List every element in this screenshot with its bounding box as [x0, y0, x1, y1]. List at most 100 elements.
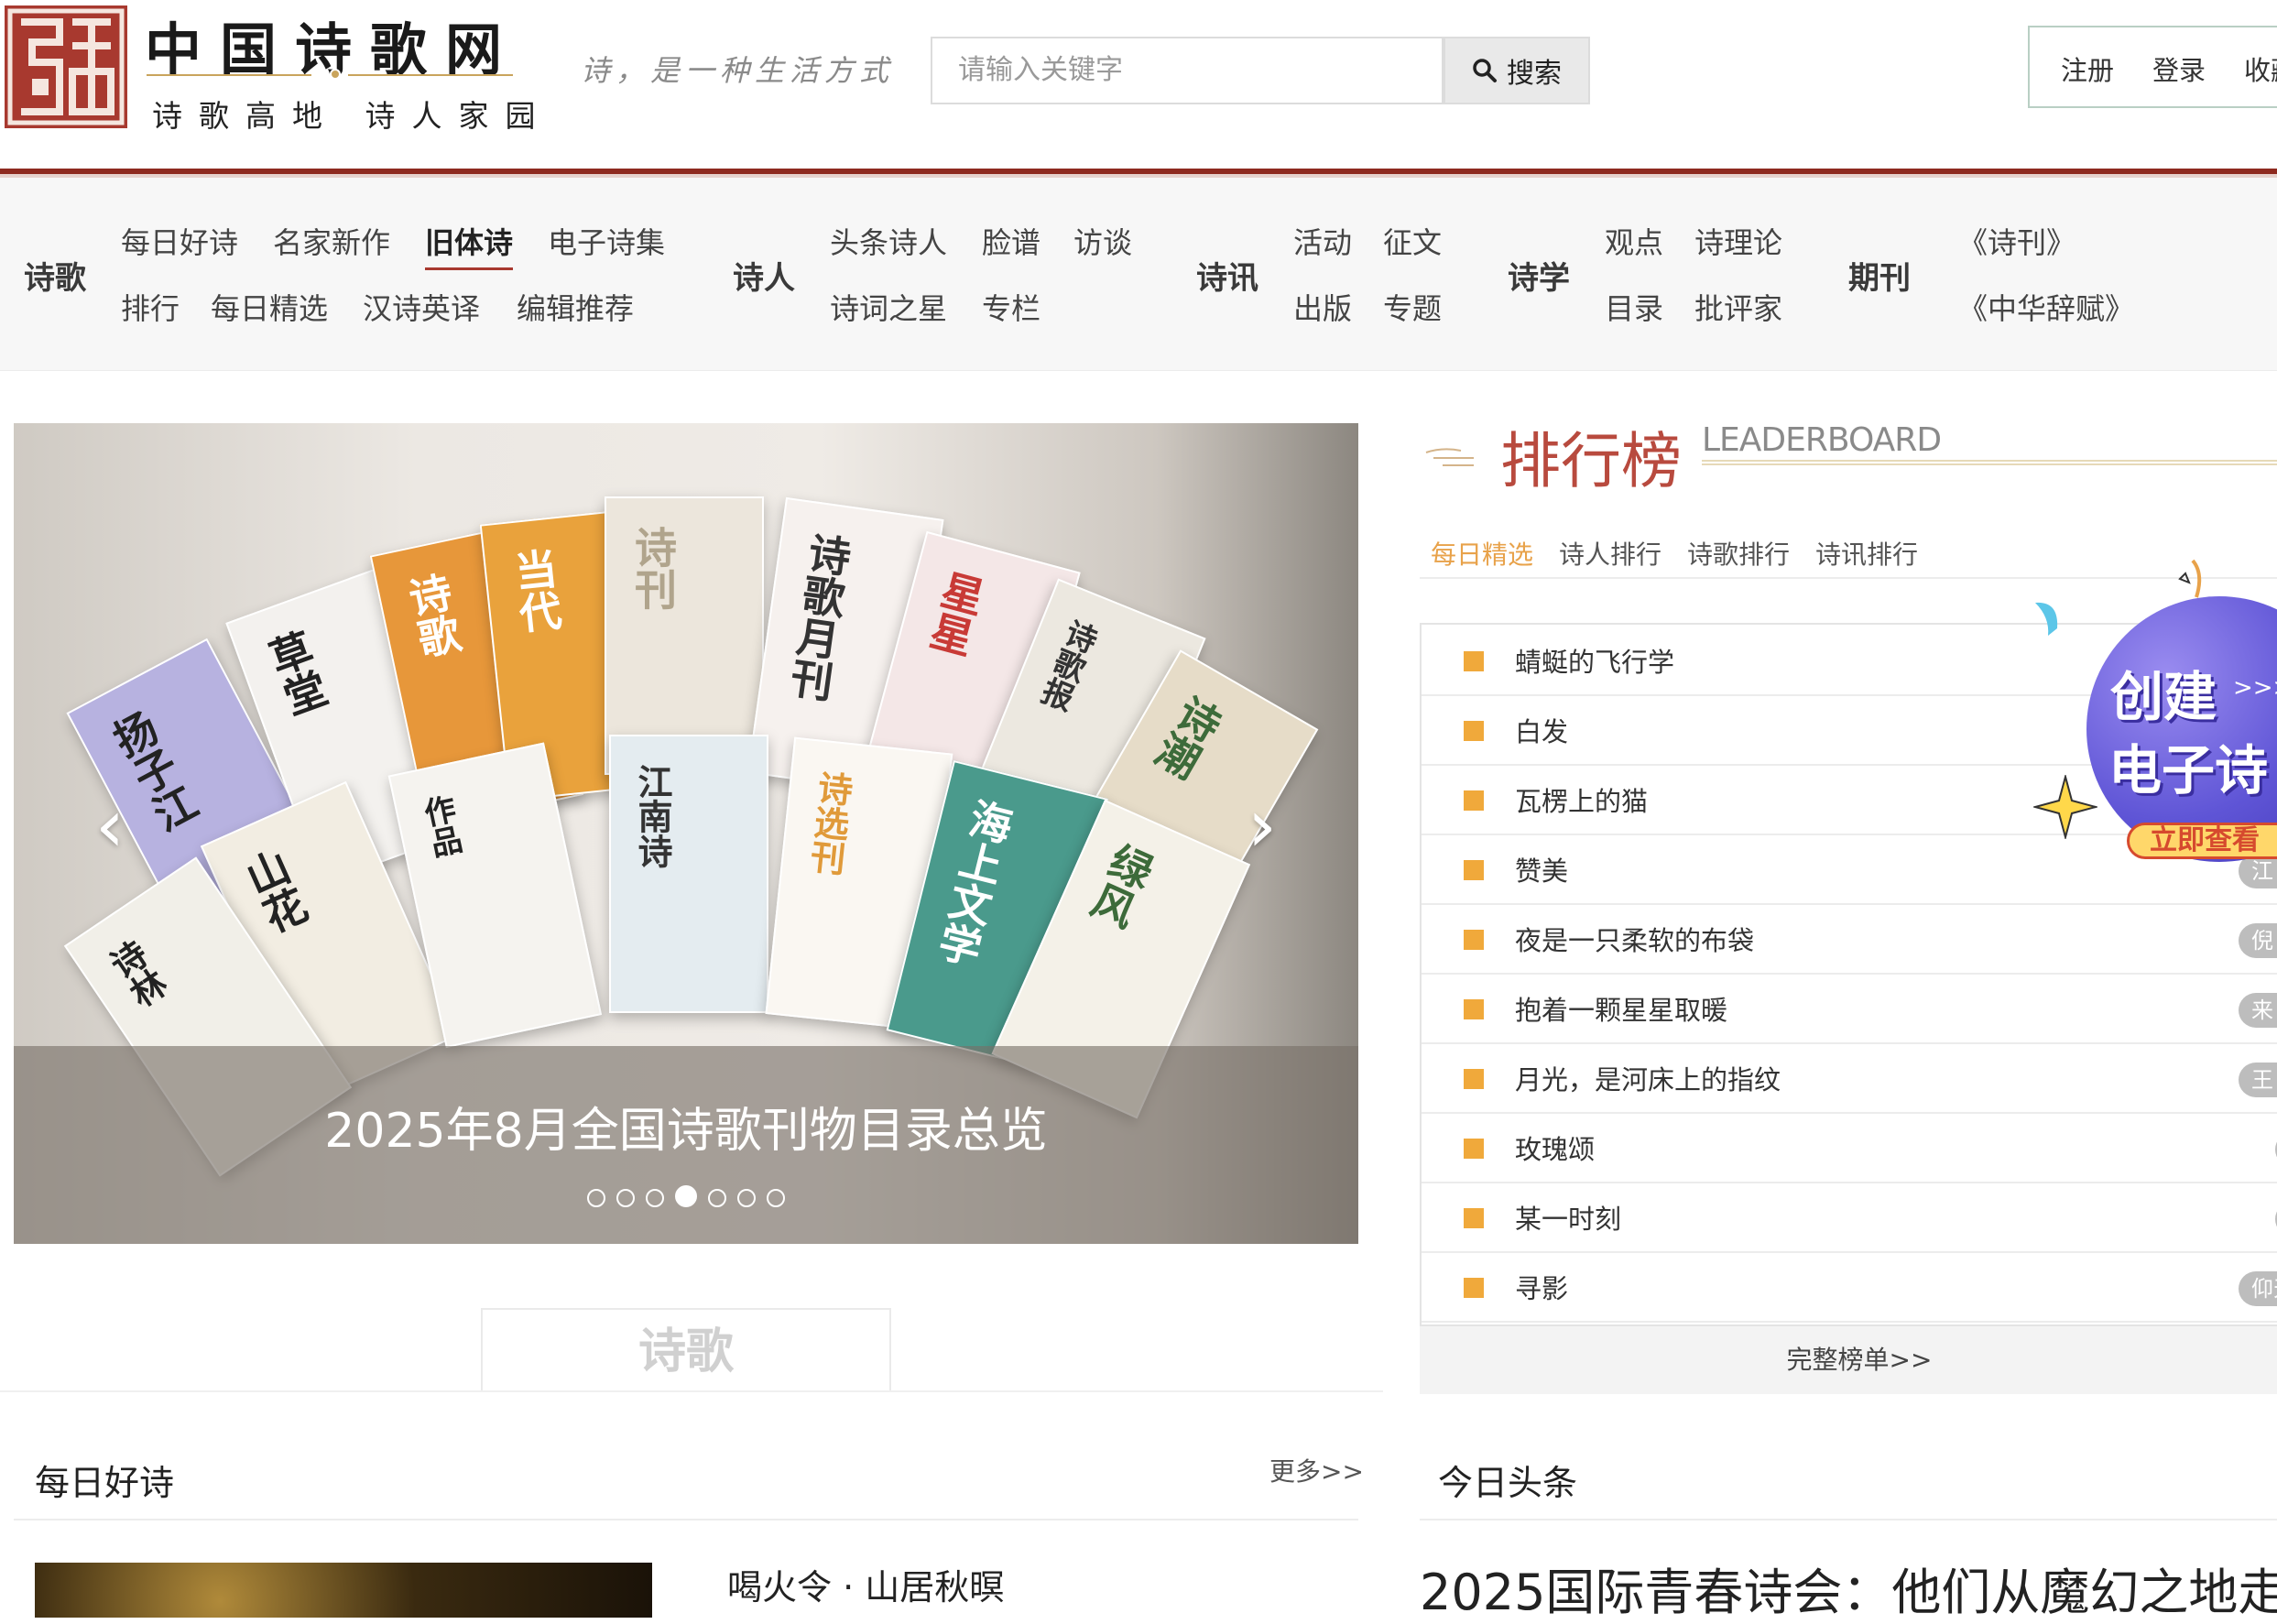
logo-divider [147, 66, 513, 82]
item-title: 玫瑰颂 [1515, 1134, 1596, 1165]
nav-item-poetry-stars[interactable]: 诗词之星 [830, 286, 947, 328]
rank-marker-icon [1464, 1208, 1484, 1228]
nav-item-events[interactable]: 活动 [1293, 220, 1352, 262]
headlines-divider [1420, 1519, 2277, 1520]
daily-poem-heading: 每日好诗 [35, 1463, 175, 1503]
magazine-cover: 江南诗 [609, 735, 768, 1013]
leaderboard-title-rule [1702, 460, 2277, 465]
nav-item-theory[interactable]: 诗理论 [1694, 220, 1782, 262]
nav-item-catalog[interactable]: 目录 [1605, 286, 1663, 328]
daily-divider [14, 1519, 1358, 1520]
item-title: 赞美 [1515, 856, 1569, 887]
item-title: 月光，是河床上的指纹 [1515, 1064, 1781, 1095]
daily-more-link[interactable]: 更多>> [1269, 1452, 1364, 1488]
carousel-dot-active[interactable] [675, 1185, 697, 1207]
carousel-dot[interactable] [737, 1189, 756, 1207]
nav-category-journals[interactable]: 期刊 [1848, 253, 1911, 298]
search-icon [1473, 59, 1497, 82]
ad-cta-button[interactable]: 立即查看 [2127, 823, 2277, 859]
nav-item-shikan[interactable]: 《诗刊》 [1958, 220, 2075, 262]
author-badge: 仰天 [2239, 1271, 2277, 1306]
account-links: 注册 登录 收藏 [2028, 26, 2277, 108]
item-title: 白发 [1515, 716, 1569, 747]
lb-tab-poet-ranking[interactable]: 诗人排行 [1559, 535, 1661, 572]
search-button[interactable]: 搜索 [1444, 37, 1590, 104]
leaderboard-ornament-icon [1425, 448, 1474, 466]
rank-marker-icon [1464, 651, 1484, 671]
author-badge: 王 [2239, 1063, 2277, 1097]
carousel-next-icon[interactable]: › [1239, 790, 1285, 863]
nav-item-editor-picks[interactable]: 编辑推荐 [517, 286, 634, 328]
daily-poem-title[interactable]: 喝火令 · 山居秋暝 [727, 1559, 1004, 1609]
nav-item-columns[interactable]: 专栏 [982, 286, 1040, 328]
nav-item-zhonghua-cifu[interactable]: 《中华辞赋》 [1958, 286, 2134, 328]
author-badge: 倪 [2239, 923, 2277, 958]
item-title: 蜻蜓的飞行学 [1515, 647, 1675, 678]
main-nav: 诗歌 每日好诗 名家新作 旧体诗 电子诗集 排行 每日精选 汉诗英译 编辑推荐 … [0, 178, 2277, 371]
logo-icon[interactable] [5, 5, 127, 128]
carousel-dot[interactable] [616, 1189, 635, 1207]
register-link[interactable]: 注册 [2061, 49, 2114, 88]
login-link[interactable]: 登录 [2152, 49, 2206, 88]
hero-carousel[interactable]: 扬子江 草堂 诗歌 当代 诗刊 诗歌月刊 星星 诗歌报 诗潮 山花 作品 江南诗… [14, 423, 1358, 1244]
leaderboard-title-en: LEADERBOARD [1702, 421, 1942, 459]
ad-headline-2: 电子诗 [2108, 739, 2269, 801]
list-item[interactable]: 某一时刻 [1422, 1182, 2277, 1253]
carousel-caption[interactable]: 2025年8月全国诗歌刊物目录总览 [14, 1092, 1358, 1161]
nav-item-profiles[interactable]: 脸谱 [982, 220, 1040, 262]
item-title: 瓦楞上的猫 [1515, 786, 1649, 817]
nav-category-poetics[interactable]: 诗学 [1508, 253, 1570, 298]
item-title: 寻影 [1515, 1273, 1569, 1304]
lb-tab-news-ranking[interactable]: 诗讯排行 [1815, 535, 1918, 572]
list-item[interactable]: 玫瑰颂 [1422, 1112, 2277, 1183]
nav-item-critics[interactable]: 批评家 [1694, 286, 1782, 328]
rank-marker-icon [1464, 1278, 1484, 1298]
list-item[interactable]: 寻影 仰天 [1422, 1251, 2277, 1323]
carousel-prev-icon[interactable]: ‹ [87, 790, 133, 863]
full-leaderboard-link[interactable]: 完整榜单>> [1420, 1324, 2277, 1394]
feather-icon [2035, 602, 2058, 636]
item-title: 某一时刻 [1515, 1204, 1622, 1235]
carousel-dot[interactable] [767, 1189, 785, 1207]
lb-tab-poem-ranking[interactable]: 诗歌排行 [1687, 535, 1790, 572]
rank-marker-icon [1464, 721, 1484, 741]
nav-item-daily-picks[interactable]: 每日精选 [211, 286, 328, 328]
nav-item-daily-poem[interactable]: 每日好诗 [121, 220, 238, 262]
rank-marker-icon [1464, 1139, 1484, 1159]
nav-item-translation[interactable]: 汉诗英译 [363, 286, 480, 328]
leaderboard-title: 排行榜 [1500, 426, 1682, 496]
star-icon [2033, 775, 2097, 839]
list-item[interactable]: 抱着一颗星星取暖 来 [1422, 973, 2277, 1044]
search-input[interactable] [931, 37, 1444, 104]
nav-category-poets[interactable]: 诗人 [733, 253, 795, 298]
list-item[interactable]: 月光，是河床上的指纹 王 [1422, 1042, 2277, 1114]
nav-item-classical-poetry[interactable]: 旧体诗 [425, 220, 514, 270]
nav-category-news[interactable]: 诗讯 [1196, 253, 1258, 298]
carousel-dot[interactable] [587, 1189, 605, 1207]
nav-item-publishing[interactable]: 出版 [1293, 286, 1352, 328]
nav-item-views[interactable]: 观点 [1605, 220, 1663, 262]
magazine-cover: 诗刊 [605, 496, 764, 775]
nav-item-ranking[interactable]: 排行 [121, 286, 180, 328]
nav-category-poetry[interactable]: 诗歌 [24, 253, 86, 298]
section-divider [0, 1390, 1383, 1392]
headlines-heading: 今日头条 [1438, 1463, 1578, 1503]
nav-item-masters-new[interactable]: 名家新作 [273, 220, 390, 262]
nav-item-contests[interactable]: 征文 [1383, 220, 1442, 262]
favorite-link[interactable]: 收藏 [2244, 49, 2277, 88]
carousel-dot[interactable] [646, 1189, 664, 1207]
carousel-dot[interactable] [708, 1189, 726, 1207]
lb-tab-daily-picks[interactable]: 每日精选 [1431, 535, 1533, 572]
tab-poetry[interactable]: 诗歌 [481, 1308, 891, 1392]
nav-item-headline-poet[interactable]: 头条诗人 [830, 220, 947, 262]
daily-poem-thumbnail[interactable] [35, 1563, 652, 1618]
list-item[interactable]: 夜是一只柔软的布袋 倪 [1422, 903, 2277, 975]
nav-item-e-collection[interactable]: 电子诗集 [548, 220, 665, 262]
create-ebook-ad[interactable]: 创建 >>>> 电子诗 立即查看 [2026, 555, 2277, 885]
nav-item-interviews[interactable]: 访谈 [1073, 220, 1132, 262]
author-badge: 来 [2239, 993, 2277, 1028]
item-title: 抱着一颗星星取暖 [1515, 995, 1728, 1026]
rank-marker-icon [1464, 999, 1484, 1019]
top-headline-link[interactable]: 2025国际青春诗会：他们从魔幻之地走 [1420, 1552, 2277, 1624]
nav-item-topics[interactable]: 专题 [1383, 286, 1442, 328]
